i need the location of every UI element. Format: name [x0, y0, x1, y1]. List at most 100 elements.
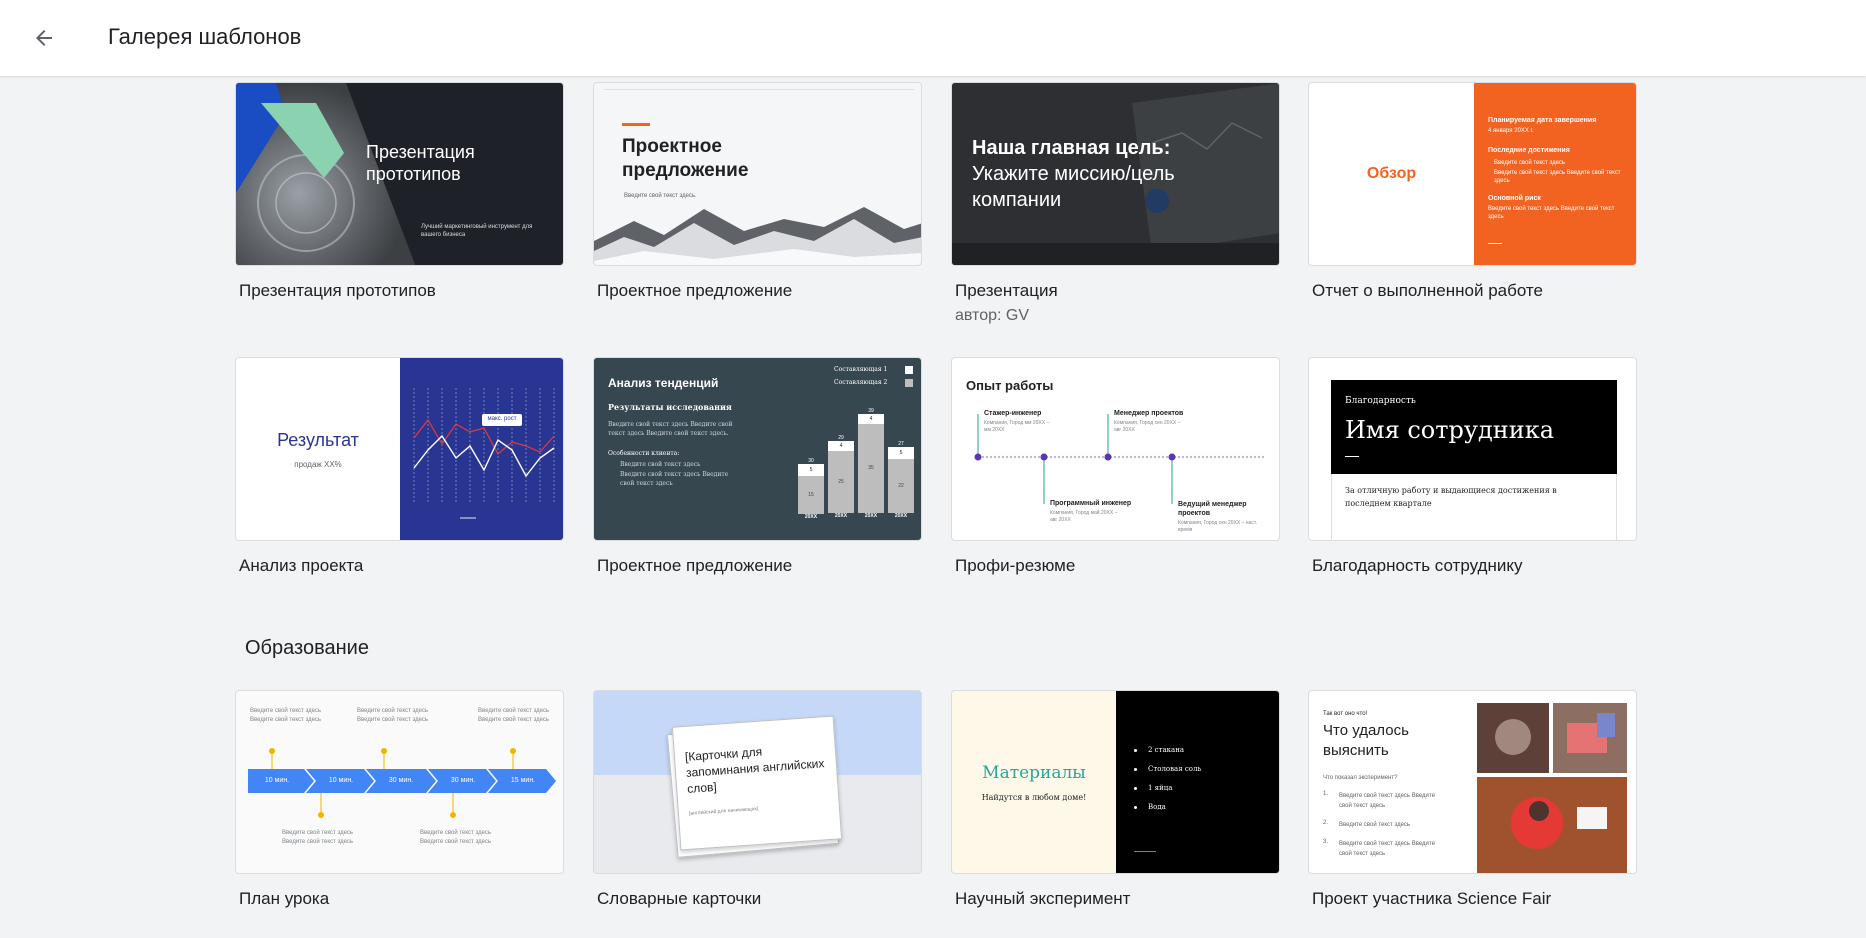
- thumb-heading: Что удалось выяснить: [1323, 722, 1409, 759]
- template-author: автор: GV: [955, 307, 1029, 324]
- lesson-step: 30 мин.: [450, 777, 476, 784]
- material-item: Столовая соль: [1148, 765, 1202, 773]
- legend-swatch: [905, 366, 913, 374]
- thumb-overview: Обзор: [1366, 165, 1417, 182]
- bullet-dot: [1134, 768, 1137, 771]
- thumb-body: Введите свой текст здесь Введите свой те…: [608, 421, 733, 437]
- thumb-heading: [Карточки для запоминания английских сло…: [684, 744, 825, 796]
- legend-swatch: [905, 379, 913, 387]
- thumb-subtext: [английский для начинающих]: [688, 805, 759, 817]
- thumb-subheading: Результаты исследования: [608, 402, 732, 412]
- bar-mid: 5: [798, 464, 824, 476]
- template-card-science-fair[interactable]: Так вот оно что! Что удалось выяснить Чт…: [1308, 690, 1637, 910]
- thumb-date-value: 4 января 20XX г.: [1488, 128, 1534, 134]
- thumb-question: Что показал эксперимент?: [1323, 775, 1398, 781]
- job-meta: Компания, Город сен 20XX – авг 20XX: [1114, 420, 1181, 433]
- bar-mid: 4: [858, 414, 884, 424]
- template-title: Презентация: [955, 281, 1058, 300]
- template-title: Благодарность сотруднику: [1312, 556, 1523, 575]
- template-card-project-analysis[interactable]: Результат продаж XX% макс. рост Анализ п…: [235, 357, 564, 577]
- thumb-kicker: Так вот оно что!: [1323, 711, 1368, 717]
- arrow-back-icon: [36, 30, 52, 46]
- template-card-science-experiment[interactable]: Материалы Найдутся в любом доме! 2 стака…: [951, 690, 1280, 910]
- orange-panel: Планируемая дата завершения 4 января 20X…: [1474, 83, 1636, 265]
- result-item: Введите свой текст здесь: [1339, 822, 1411, 828]
- job-title: Менеджер проектов: [1114, 410, 1184, 417]
- result-item: Введите свой текст здесь Введите свой те…: [1339, 793, 1435, 809]
- template-thumbnail[interactable]: Наша главная цель: Укажите миссию/цель к…: [951, 82, 1280, 266]
- template-thumbnail[interactable]: Анализ тенденций Результаты исследования…: [593, 357, 922, 541]
- mountain-graphic: [594, 207, 921, 265]
- template-card-project-proposal[interactable]: Проектное предложение Введите свой текст…: [593, 82, 922, 302]
- template-thumbnail[interactable]: Опыт работы Стажер-инженер Компания, Гор…: [951, 357, 1280, 541]
- bullet-dot: [1134, 787, 1137, 790]
- template-thumbnail[interactable]: Проектное предложение Введите свой текст…: [593, 82, 922, 266]
- template-thumbnail[interactable]: Презентация прототипов Лучший маркетинго…: [235, 82, 564, 266]
- bar-group: 29 4 25 20XX: [828, 435, 854, 519]
- bar-group: 39 4 35 20XX: [858, 408, 884, 519]
- job-title: Ведущий менеджер проектов: [1178, 501, 1247, 517]
- thumb-heading: Анализ тенденций: [608, 376, 719, 390]
- legend-1: Составляющая 1: [834, 366, 888, 373]
- template-card-prototype[interactable]: Презентация прототипов Лучший маркетинго…: [235, 82, 564, 302]
- template-card-employee-thanks[interactable]: Благодарность Имя сотрудника За отличную…: [1308, 357, 1637, 577]
- template-thumbnail[interactable]: Материалы Найдутся в любом доме! 2 стака…: [951, 690, 1280, 874]
- template-title: План урока: [239, 889, 330, 908]
- thumb-heading: Проектное предложение: [622, 136, 749, 181]
- thumb-date-label: Планируемая дата завершения: [1488, 117, 1597, 124]
- top-bar: Галерея шаблонов: [0, 0, 1866, 76]
- template-title: Проектное предложение: [597, 281, 793, 300]
- template-card-pro-resume[interactable]: Опыт работы Стажер-инженер Компания, Гор…: [951, 357, 1280, 577]
- template-thumbnail[interactable]: Результат продаж XX% макс. рост: [235, 357, 564, 541]
- template-title: Анализ проекта: [239, 556, 364, 575]
- template-title: Профи-резюме: [955, 556, 1076, 575]
- back-button[interactable]: [22, 16, 66, 60]
- thumb-rule: [1488, 243, 1502, 244]
- job-title: Стажер-инженер: [984, 410, 1042, 417]
- template-thumbnail[interactable]: Так вот оно что! Что удалось выяснить Чт…: [1308, 690, 1637, 874]
- template-title: Словарные карточки: [597, 889, 762, 908]
- template-card-lesson-plan[interactable]: Введите свой текст здесь Введите свой те…: [235, 690, 564, 910]
- material-item: 1 яйца: [1148, 784, 1173, 792]
- thumb-heading: Наша главная цель:: [972, 137, 1171, 159]
- bar-low: 35: [858, 424, 884, 513]
- chart-panel: макс. рост: [400, 358, 563, 540]
- thumb-bullet: Введите свой текст здесь Введите свой те…: [1494, 170, 1621, 184]
- template-card-trend-analysis[interactable]: Анализ тенденций Результаты исследования…: [593, 357, 922, 577]
- accent-bar: [622, 123, 650, 126]
- thumb-heading: Имя сотрудника: [1345, 416, 1555, 444]
- thumb-risk-text: Введите свой текст здесь Введите свой те…: [1488, 206, 1615, 220]
- black-banner: Благодарность Имя сотрудника: [1331, 380, 1617, 474]
- material-item: Вода: [1148, 803, 1166, 811]
- section-title-education: Образование: [245, 637, 369, 659]
- thumb-bullet: Введите свой текст здесь: [1494, 160, 1566, 166]
- bar-group: 27 5 22 20XX: [888, 441, 914, 519]
- legend-2: Составляющая 2: [834, 379, 888, 386]
- template-thumbnail[interactable]: [Карточки для запоминания английских сло…: [593, 690, 922, 874]
- bullet-dot: [1134, 749, 1137, 752]
- template-card-flashcards[interactable]: [Карточки для запоминания английских сло…: [593, 690, 922, 910]
- lesson-step: 10 мин.: [264, 777, 290, 784]
- thumb-heading: Материалы: [982, 763, 1086, 783]
- thumb-label: Благодарность: [1345, 396, 1416, 406]
- template-card-work-report[interactable]: Обзор Планируемая дата завершения 4 янва…: [1308, 82, 1637, 302]
- lesson-step: 10 мин.: [328, 777, 354, 784]
- thumb-features: Особенности клиента:: [608, 450, 680, 457]
- bar-x-label: 20XX: [864, 513, 878, 519]
- page-title: Галерея шаблонов: [108, 24, 302, 49]
- chart-callout: макс. рост: [487, 416, 517, 422]
- bar-x-label: 20XX: [894, 513, 908, 519]
- template-thumbnail[interactable]: Благодарность Имя сотрудника За отличную…: [1308, 357, 1637, 541]
- thumb-bullet: Введите свой текст здесь: [620, 461, 701, 468]
- job-title: Программный инженер: [1050, 500, 1132, 507]
- bar-x-label: 20XX: [834, 513, 848, 519]
- template-thumbnail[interactable]: Введите свой текст здесь Введите свой те…: [235, 690, 564, 874]
- template-card-presentation[interactable]: Наша главная цель: Укажите миссию/цель к…: [951, 82, 1280, 328]
- bar-low: 15: [798, 476, 824, 514]
- template-thumbnail[interactable]: Обзор Планируемая дата завершения 4 янва…: [1308, 82, 1637, 266]
- job-meta: Компания, Город май 20XX – авг 20XX: [1050, 510, 1118, 523]
- thumb-subtext: продаж XX%: [294, 460, 342, 469]
- thumb-heading: Презентация прототипов: [366, 142, 475, 184]
- materials-panel: 2 стакана Столовая соль 1 яйца Вода: [1116, 691, 1279, 873]
- thumb-subtext: Введите свой текст здесь.: [624, 193, 697, 199]
